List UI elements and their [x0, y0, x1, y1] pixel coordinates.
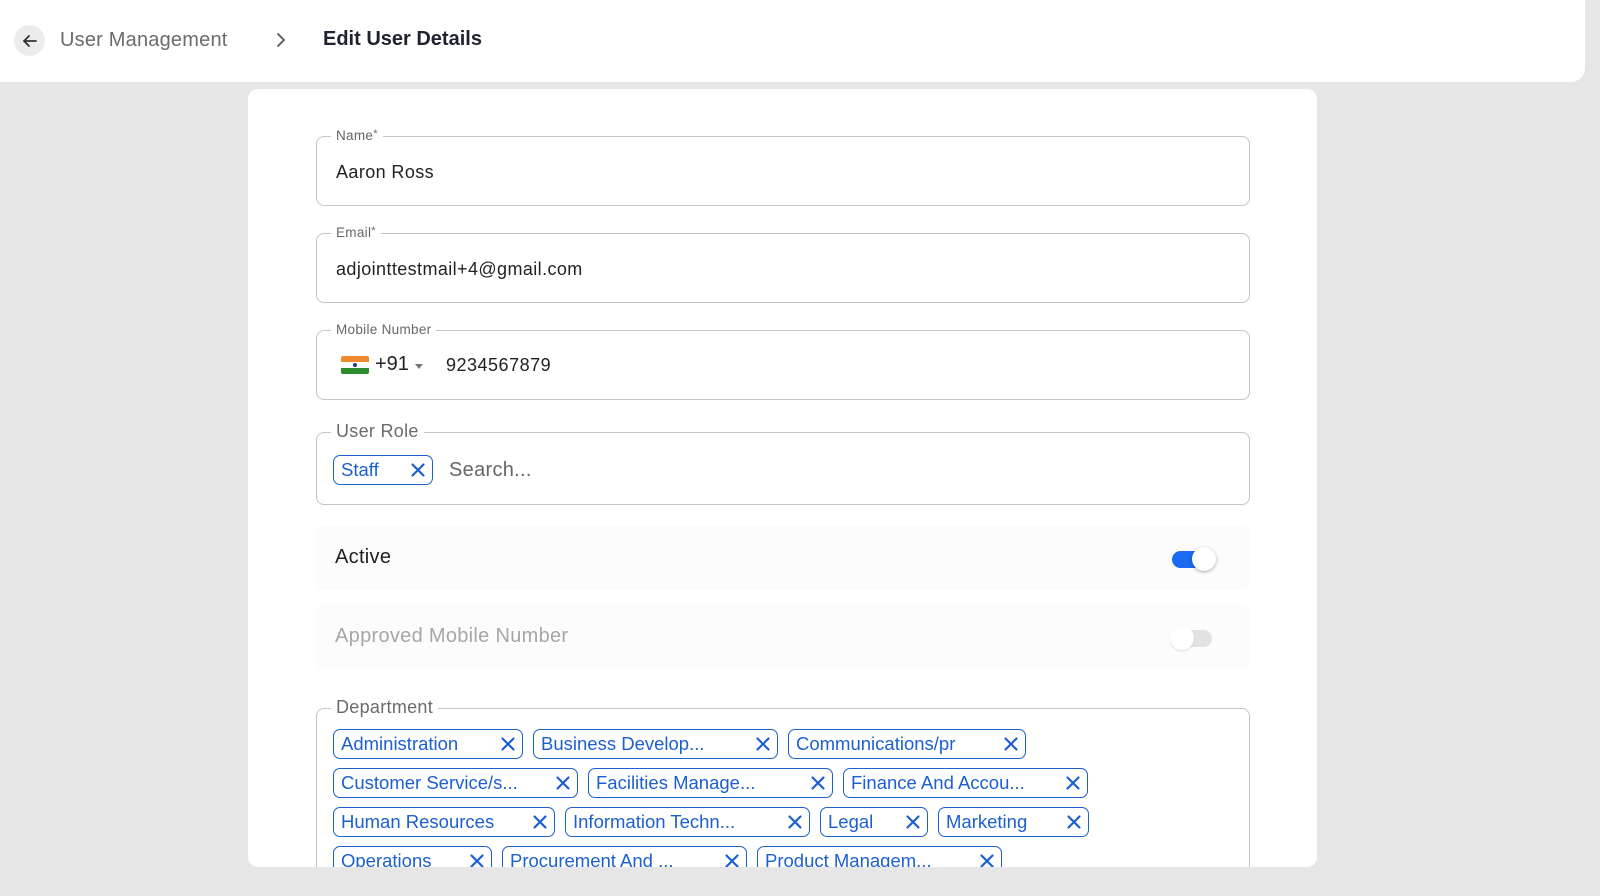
- department-chip[interactable]: Information Techn...: [565, 807, 810, 837]
- department-chip-row: Operations Procurement And ... Product M…: [333, 846, 1233, 867]
- department-chip-row: Customer Service/s... Facilities Manage.…: [333, 768, 1233, 798]
- chip-label: Human Resources: [341, 811, 495, 832]
- user-role-chips: Staff: [333, 455, 433, 485]
- active-toggle[interactable]: [1170, 546, 1218, 572]
- department-chip[interactable]: Finance And Accou...: [843, 768, 1088, 798]
- close-icon[interactable]: [500, 736, 516, 752]
- chip-label: Finance And Accou...: [851, 772, 1025, 793]
- role-chip-staff[interactable]: Staff: [333, 455, 433, 485]
- department-chip[interactable]: Marketing: [938, 807, 1089, 837]
- mobile-number-field[interactable]: Mobile Number +91 9234567879: [316, 322, 1250, 400]
- name-input[interactable]: Aaron Ross: [336, 162, 434, 183]
- chip-label: Staff: [341, 459, 379, 480]
- close-icon[interactable]: [1066, 814, 1082, 830]
- user-role-search-input[interactable]: Search...: [449, 459, 532, 482]
- chip-label: Legal: [828, 811, 874, 832]
- email-field[interactable]: Email* adjointtestmail+4@gmail.com: [316, 225, 1250, 303]
- chip-label: Administration: [341, 733, 459, 754]
- chip-label: Facilities Manage...: [596, 772, 756, 793]
- close-icon[interactable]: [555, 775, 571, 791]
- top-bar: User Management Edit User Details: [0, 0, 1585, 82]
- department-chip[interactable]: Legal: [820, 807, 928, 837]
- chip-label: Operations: [341, 850, 432, 867]
- close-icon[interactable]: [532, 814, 548, 830]
- department-chip[interactable]: Procurement And ...: [502, 846, 747, 867]
- breadcrumb-user-management[interactable]: User Management: [60, 29, 228, 52]
- close-icon[interactable]: [410, 462, 426, 478]
- department-chip[interactable]: Operations: [333, 846, 492, 867]
- department-chip[interactable]: Product Managem...: [757, 846, 1002, 867]
- country-code-select[interactable]: +91: [341, 353, 423, 376]
- chip-label: Customer Service/s...: [341, 772, 518, 793]
- active-label: Active: [335, 546, 392, 568]
- department-label: Department: [331, 697, 439, 718]
- back-button[interactable]: [14, 25, 45, 56]
- mobile-number-label: Mobile Number: [331, 322, 437, 337]
- user-role-field[interactable]: User Role Staff Search...: [316, 421, 1250, 505]
- chip-label: Business Develop...: [541, 733, 705, 754]
- approved-mobile-label: Approved Mobile Number: [335, 625, 569, 647]
- close-icon[interactable]: [905, 814, 921, 830]
- close-icon[interactable]: [979, 853, 995, 867]
- close-icon[interactable]: [724, 853, 740, 867]
- department-chip[interactable]: Business Develop...: [533, 729, 778, 759]
- close-icon[interactable]: [1065, 775, 1081, 791]
- page-title: Edit User Details: [323, 28, 482, 50]
- department-chip[interactable]: Customer Service/s...: [333, 768, 578, 798]
- email-input[interactable]: adjointtestmail+4@gmail.com: [336, 259, 583, 280]
- close-icon[interactable]: [469, 853, 485, 867]
- department-chip-row: Administration Business Develop... Commu…: [333, 729, 1233, 759]
- arrow-left-icon: [22, 34, 37, 47]
- department-chips: Administration Business Develop... Commu…: [333, 729, 1233, 867]
- india-flag-icon: [341, 355, 369, 374]
- email-label: Email*: [331, 225, 381, 240]
- chip-label: Product Managem...: [765, 850, 932, 867]
- dial-code: +91: [375, 353, 409, 375]
- user-role-label: User Role: [331, 421, 424, 442]
- chip-label: Communications/pr: [796, 733, 956, 754]
- close-icon[interactable]: [787, 814, 803, 830]
- active-row: Active: [316, 526, 1250, 590]
- department-chip-row: Human Resources Information Techn... Leg…: [333, 807, 1233, 837]
- name-field[interactable]: Name* Aaron Ross: [316, 128, 1250, 206]
- close-icon[interactable]: [755, 736, 771, 752]
- chip-label: Information Techn...: [573, 811, 736, 832]
- chevron-right-icon: [276, 30, 292, 50]
- department-chip[interactable]: Communications/pr: [788, 729, 1026, 759]
- approved-mobile-row: Approved Mobile Number: [316, 605, 1250, 669]
- close-icon[interactable]: [1003, 736, 1019, 752]
- chip-label: Marketing: [946, 811, 1028, 832]
- department-field[interactable]: Department Administration Business Devel…: [316, 697, 1250, 867]
- caret-down-icon: [414, 363, 423, 369]
- department-chip[interactable]: Human Resources: [333, 807, 555, 837]
- edit-user-form: Name* Aaron Ross Email* adjointtestmail+…: [248, 89, 1317, 867]
- chip-label: Procurement And ...: [510, 850, 674, 867]
- department-chip[interactable]: Facilities Manage...: [588, 768, 833, 798]
- close-icon[interactable]: [810, 775, 826, 791]
- mobile-number-input[interactable]: 9234567879: [446, 355, 551, 376]
- name-label: Name*: [331, 128, 383, 143]
- approved-mobile-toggle[interactable]: [1170, 625, 1218, 651]
- department-chip[interactable]: Administration: [333, 729, 523, 759]
